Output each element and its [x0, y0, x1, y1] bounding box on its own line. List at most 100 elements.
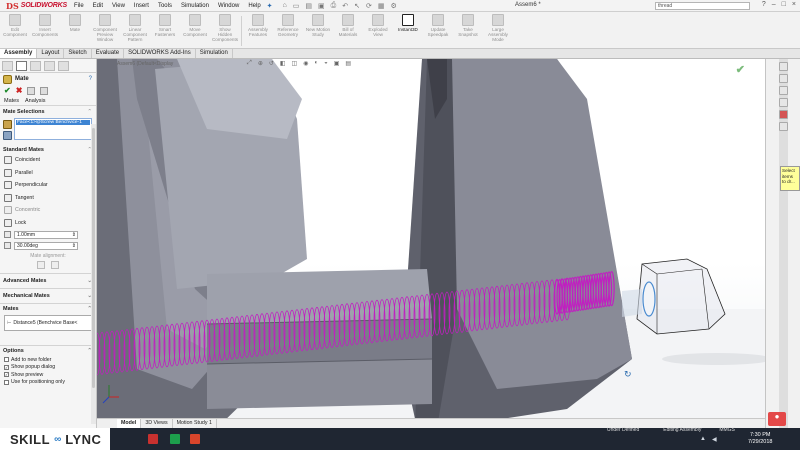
- take-snapshot-button[interactable]: Take Snapshot: [455, 14, 481, 48]
- display-style-icon[interactable]: ◉: [303, 60, 308, 67]
- cancel-x-icon[interactable]: ✖: [16, 86, 23, 95]
- assembly-features-button[interactable]: Assembly Features: [245, 14, 271, 48]
- search-box[interactable]: [655, 2, 750, 10]
- mate-entry[interactable]: Distance5 (Benchvice Base<: [13, 320, 77, 326]
- section-view-icon[interactable]: ◧: [280, 60, 286, 67]
- help-icon[interactable]: ?: [89, 76, 92, 82]
- excel-taskbar-icon[interactable]: [170, 434, 180, 444]
- update-speedpak-button[interactable]: Update Speedpak: [425, 14, 451, 48]
- home-icon[interactable]: ⌂: [283, 2, 287, 10]
- network-icon[interactable]: ▲: [700, 436, 706, 443]
- zoom-area-icon[interactable]: ⊕: [258, 60, 263, 67]
- exploded-view-button[interactable]: Exploded View: [365, 14, 391, 48]
- menu-window[interactable]: Window: [218, 3, 239, 9]
- anti-aligned-icon[interactable]: [51, 261, 59, 269]
- save-icon[interactable]: ▣: [318, 2, 325, 10]
- insert-components-button[interactable]: Insert Components: [32, 14, 58, 48]
- menu-tools[interactable]: Tools: [158, 3, 172, 9]
- mechanical-mates-section[interactable]: Mechanical Mates ⌄: [0, 288, 96, 303]
- minimize-button[interactable]: –: [772, 1, 776, 8]
- view-orientation-icon[interactable]: ◫: [292, 60, 298, 67]
- tab-addins[interactable]: SOLIDWORKS Add-Ins: [124, 49, 196, 58]
- mate-perpendicular[interactable]: Perpendicular: [0, 179, 96, 192]
- mate-button[interactable]: Mate: [62, 14, 88, 48]
- print-icon[interactable]: ⎙: [331, 2, 337, 10]
- solidworks-logo[interactable]: DS SOLIDWORKS: [0, 1, 70, 11]
- menu-file[interactable]: File: [74, 3, 84, 9]
- mate-lock[interactable]: Lock: [0, 217, 96, 230]
- mate-tangent[interactable]: Tangent: [0, 192, 96, 205]
- spinner-icon[interactable]: ⇕: [72, 243, 76, 249]
- spinner-icon[interactable]: ⇕: [72, 232, 76, 238]
- mates-list[interactable]: ⊢ Distance5 (Benchvice Base<: [4, 315, 92, 331]
- apply-scene-icon[interactable]: ▣: [334, 60, 340, 67]
- tab-simulation[interactable]: Simulation: [196, 49, 233, 58]
- large-assembly-mode-button[interactable]: Large Assembly Mode: [485, 14, 511, 48]
- instant3d-button[interactable]: Instant3D: [395, 14, 421, 48]
- linear-pattern-button[interactable]: Linear Component Pattern: [122, 14, 148, 48]
- undo-mate-icon[interactable]: [27, 86, 36, 95]
- file-properties-icon[interactable]: ▦: [378, 2, 385, 10]
- mate-parallel[interactable]: Parallel: [0, 167, 96, 180]
- design-library-icon[interactable]: [779, 74, 788, 83]
- menu-insert[interactable]: Insert: [134, 3, 149, 9]
- option-show-preview[interactable]: ✓ Show preview: [0, 371, 96, 379]
- graphics-area[interactable]: ↻ Assem6 (Default<Display ⤢ ⊕ ↺ ◧ ◫ ◉ ◐ …: [97, 59, 765, 428]
- move-component-button[interactable]: Move Component: [182, 14, 208, 48]
- hide-show-icon[interactable]: ◐: [314, 60, 318, 67]
- checkbox-checked[interactable]: ✓: [4, 372, 9, 378]
- distance-input[interactable]: 1.00mm ⇕: [14, 230, 78, 239]
- bill-of-materials-button[interactable]: Bill of Materials: [335, 14, 361, 48]
- angle-input[interactable]: 30.00deg ⇕: [14, 241, 78, 250]
- tab-3d-views[interactable]: 3D Views: [141, 419, 173, 428]
- tab-mates[interactable]: Mates: [4, 98, 19, 104]
- new-motion-study-button[interactable]: New Motion Study: [305, 14, 331, 48]
- mate-concentric[interactable]: Concentric: [0, 204, 96, 217]
- property-manager-tab-icon[interactable]: [16, 60, 27, 71]
- collapse-icon[interactable]: ⌃: [87, 109, 92, 115]
- custom-properties-icon[interactable]: [779, 122, 788, 131]
- mate-selection-list[interactable]: Face<1>@Screw Benchvice-1: [14, 118, 92, 140]
- advanced-mates-section[interactable]: Advanced Mates ⌄: [0, 273, 96, 288]
- edit-component-button[interactable]: Edit Component: [2, 14, 28, 48]
- scroll-thumb[interactable]: [92, 128, 95, 388]
- resources-icon[interactable]: [779, 62, 788, 71]
- mate-selections-title[interactable]: Mate Selections ⌃: [0, 106, 96, 116]
- tab-sketch[interactable]: Sketch: [64, 49, 92, 58]
- tab-motion-study[interactable]: Motion Study 1: [173, 419, 217, 428]
- maximize-button[interactable]: □: [782, 1, 786, 8]
- appearances-icon[interactable]: [779, 110, 788, 119]
- dimxpert-tab-icon[interactable]: [44, 60, 55, 71]
- display-manager-tab-icon[interactable]: [58, 60, 69, 71]
- aligned-icon[interactable]: [37, 261, 45, 269]
- panel-scrollbar[interactable]: [91, 124, 96, 424]
- powerpoint-taskbar-icon[interactable]: [190, 434, 200, 444]
- file-explorer-icon[interactable]: [779, 86, 788, 95]
- selection-entry[interactable]: Face<1>@Screw Benchvice-1: [16, 120, 90, 125]
- assembly-model-view[interactable]: ↻: [97, 59, 765, 428]
- configuration-tab-icon[interactable]: [30, 60, 41, 71]
- volume-icon[interactable]: ◀: [712, 436, 717, 443]
- view-palette-icon[interactable]: [779, 98, 788, 107]
- tab-evaluate[interactable]: Evaluate: [92, 49, 125, 58]
- keep-visible-pin-icon[interactable]: [40, 86, 49, 95]
- options-section[interactable]: Options ⌃: [0, 345, 96, 356]
- option-positioning-only[interactable]: Use for positioning only: [0, 379, 96, 387]
- previous-view-icon[interactable]: ↺: [269, 60, 274, 67]
- pin-icon[interactable]: ✦: [267, 2, 273, 10]
- confirmation-corner-check-icon[interactable]: ✔: [736, 63, 745, 76]
- standard-mates-title[interactable]: Standard Mates ⌃: [0, 144, 96, 154]
- solidworks-taskbar-icon[interactable]: [148, 434, 158, 444]
- new-document-icon[interactable]: ▭: [293, 2, 300, 10]
- component-preview-button[interactable]: Component Preview Window: [92, 14, 118, 48]
- menu-simulation[interactable]: Simulation: [181, 3, 209, 9]
- checkbox-checked[interactable]: ✓: [4, 364, 9, 370]
- close-button[interactable]: ×: [792, 1, 796, 8]
- mates-section[interactable]: Mates ⌃: [0, 303, 96, 314]
- option-add-to-folder[interactable]: Add to new folder: [0, 356, 96, 364]
- menu-view[interactable]: View: [112, 3, 125, 9]
- feature-tree-tab-icon[interactable]: [2, 60, 13, 71]
- tab-assembly[interactable]: Assembly: [0, 49, 38, 58]
- view-settings-icon[interactable]: ▤: [345, 60, 351, 67]
- option-show-popup[interactable]: ✓ Show popup dialog: [0, 364, 96, 372]
